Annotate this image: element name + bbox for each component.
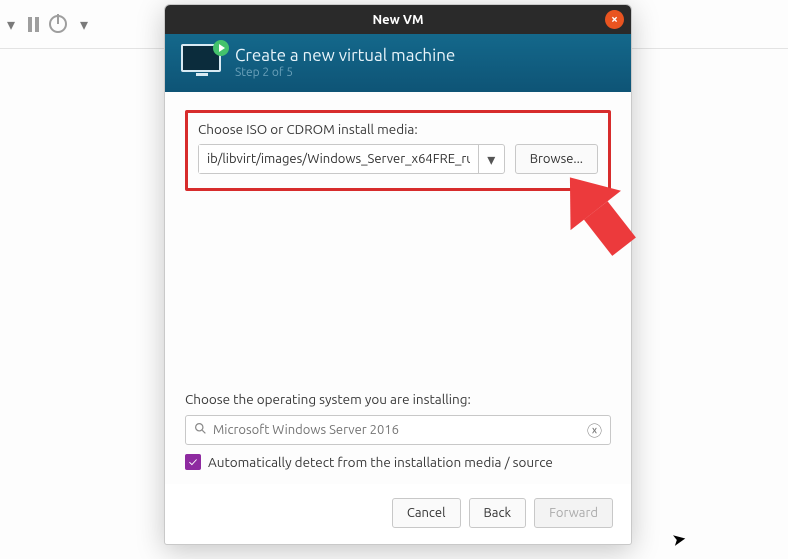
os-label: Choose the operating system you are inst… [185,391,611,407]
wizard-step: Step 2 of 5 [235,66,455,79]
iso-path-input[interactable] [199,145,478,173]
close-icon: × [611,13,618,26]
close-button[interactable]: × [605,10,624,29]
iso-path-combo[interactable]: ▾ [198,144,505,174]
window-title: New VM [372,13,423,27]
os-search-input[interactable] [213,423,581,437]
power-icon[interactable] [49,15,67,33]
cursor-icon: ➤ [670,529,688,551]
pause-icon[interactable] [28,17,39,32]
titlebar: New VM × [165,5,631,34]
wizard-title: Create a new virtual machine [235,46,455,65]
chevron-down-icon[interactable]: ▾ [77,15,91,34]
iso-label: Choose ISO or CDROM install media: [198,121,598,137]
auto-detect-label: Automatically detect from the installati… [208,454,553,470]
os-search-field[interactable]: ⓧ [185,415,611,445]
vm-icon [181,44,223,80]
search-icon [194,422,207,438]
forward-button[interactable]: Forward [534,498,613,528]
chevron-down-icon[interactable]: ▾ [478,145,504,173]
wizard-header: Create a new virtual machine Step 2 of 5 [165,34,631,92]
back-button[interactable]: Back [469,498,527,528]
auto-detect-row[interactable]: ✓ Automatically detect from the installa… [185,454,611,470]
new-vm-dialog: New VM × Create a new virtual machine St… [164,4,632,545]
chevron-down-icon[interactable]: ▾ [4,15,18,34]
clear-icon[interactable]: ⓧ [587,420,602,441]
browse-button[interactable]: Browse... [515,144,598,174]
iso-section-highlight: Choose ISO or CDROM install media: ▾ Bro… [185,110,611,191]
dialog-footer: Cancel Back Forward [165,484,631,544]
cancel-button[interactable]: Cancel [392,498,461,528]
checkbox-checked-icon[interactable]: ✓ [185,454,201,470]
